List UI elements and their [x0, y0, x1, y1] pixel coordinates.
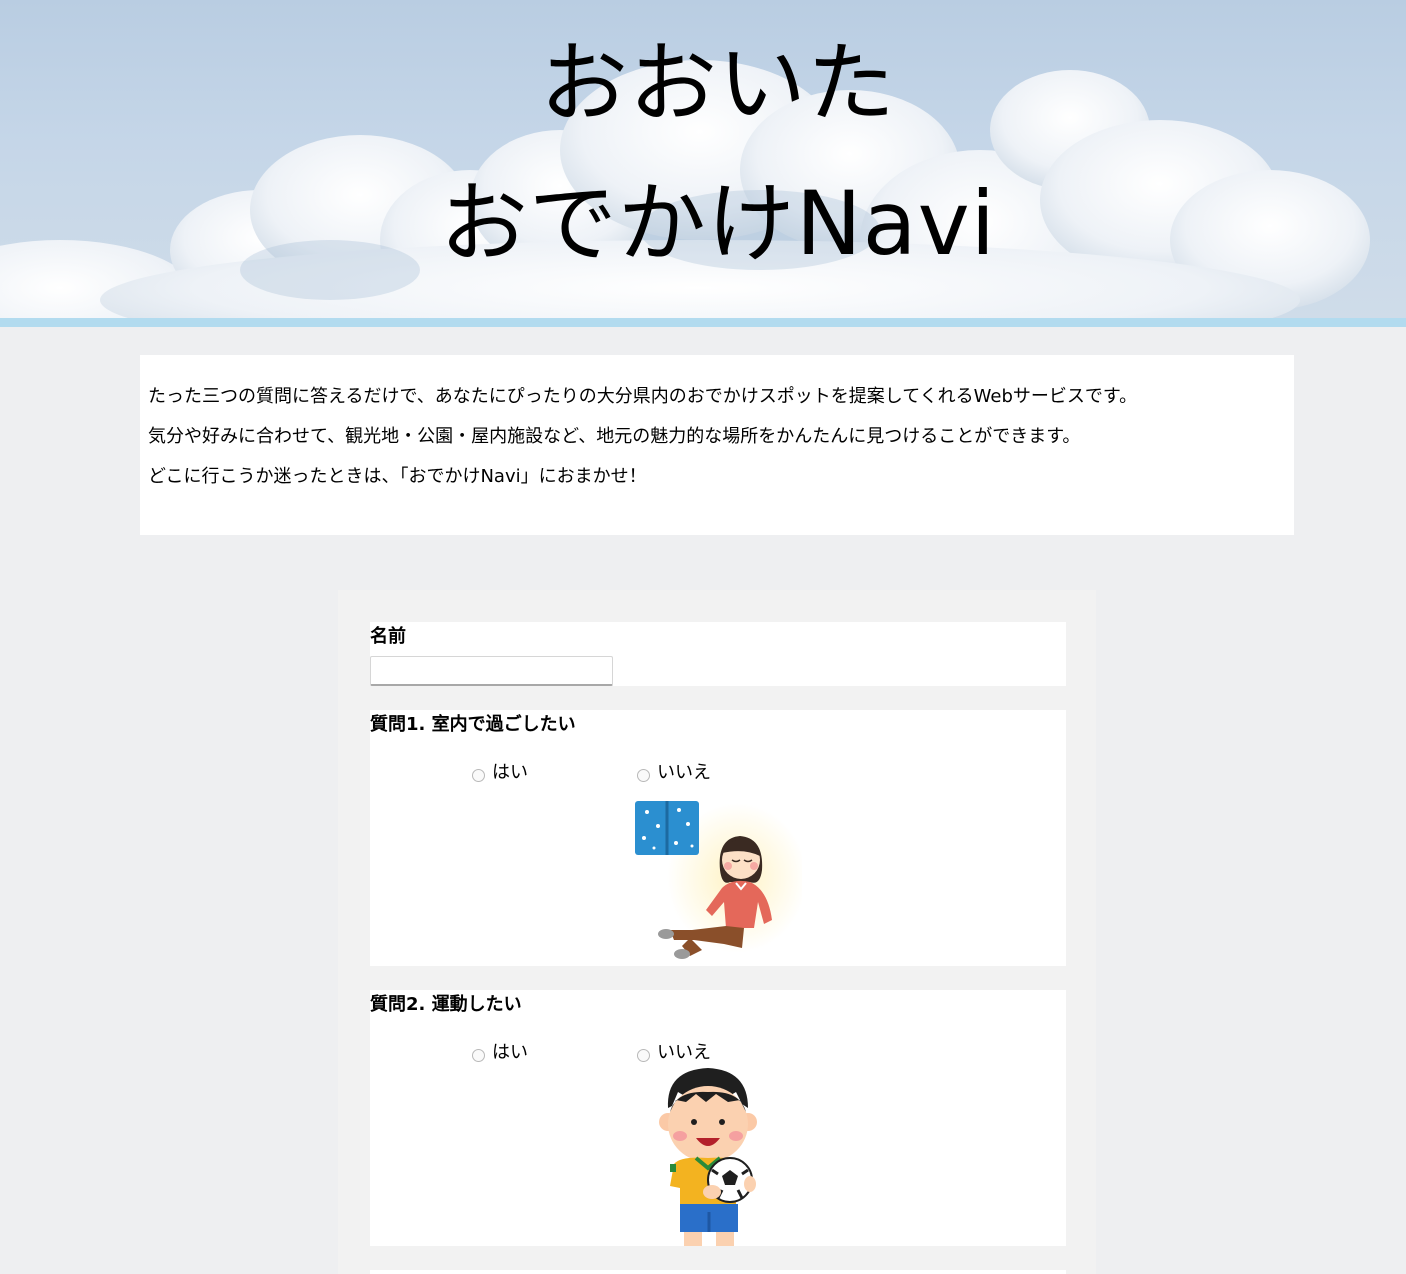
- question-1-no-option[interactable]: いいえ: [637, 758, 711, 784]
- intro-line-1: たった三つの質問に答えるだけで、あなたにぴったりの大分県内のおでかけスポットを提…: [148, 386, 1138, 407]
- question-2-no-option[interactable]: いいえ: [637, 1038, 711, 1064]
- question-2-no-label: いいえ: [657, 1042, 711, 1063]
- intro-line-3: どこに行こうか迷ったときは、「おでかけNavi」におまかせ！: [148, 466, 647, 487]
- boy-with-soccer-ball-illustration: [659, 1068, 757, 1246]
- question-1-card: 質問1. 室内で過ごしたい はい いいえ: [370, 710, 1066, 966]
- relaxing-indoors-girl-illustration: [635, 801, 802, 959]
- question-2-card: 質問2. 運動したい はい いいえ: [370, 990, 1066, 1246]
- question-1-yes-label: はい: [492, 762, 528, 783]
- question-2-yes-label: はい: [492, 1042, 528, 1063]
- question-1-no-label: いいえ: [657, 762, 711, 783]
- question-3-card: [370, 1270, 1066, 1274]
- hero-header: おおいた おでかけNavi: [0, 0, 1406, 318]
- header-accent-bar: [0, 318, 1406, 327]
- name-field-card: 名前: [370, 622, 1066, 686]
- question-2-yes-radio[interactable]: [472, 1049, 485, 1062]
- question-1-yes-radio[interactable]: [472, 769, 485, 782]
- question-2-label: 質問2. 運動したい: [370, 994, 522, 1015]
- name-input[interactable]: [370, 656, 613, 686]
- question-2-yes-option[interactable]: はい: [472, 1038, 528, 1064]
- name-label: 名前: [370, 626, 406, 647]
- intro-line-2: 気分や好みに合わせて、観光地・公園・屋内施設など、地元の魅力的な場所をかんたんに…: [148, 426, 1081, 447]
- question-1-label: 質問1. 室内で過ごしたい: [370, 714, 576, 735]
- site-title-line2: おでかけNavi: [439, 172, 997, 275]
- question-1-yes-option[interactable]: はい: [472, 758, 528, 784]
- intro-panel: たった三つの質問に答えるだけで、あなたにぴったりの大分県内のおでかけスポットを提…: [140, 355, 1294, 535]
- question-2-no-radio[interactable]: [637, 1049, 650, 1062]
- question-1-no-radio[interactable]: [637, 769, 650, 782]
- site-title-line1: おおいた: [539, 32, 896, 135]
- question-form: 名前 質問1. 室内で過ごしたい はい いいえ 質問2. 運動したい はい いい…: [338, 590, 1096, 1274]
